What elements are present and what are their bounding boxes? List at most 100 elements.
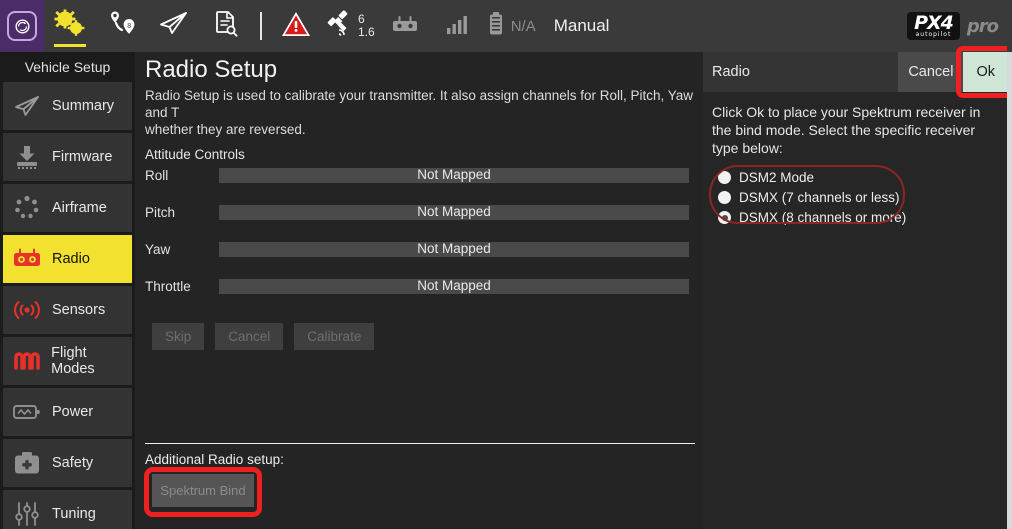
skip-button[interactable]: Skip [152, 323, 204, 350]
control-channel-bar: Not Mapped [219, 279, 689, 294]
tuning-icon [11, 499, 43, 529]
dialog-cancel-button[interactable]: Cancel [898, 52, 963, 92]
rc-transmitter-icon [390, 12, 420, 41]
analyze-document-icon [211, 9, 241, 44]
control-channel-bar: Not Mapped [219, 242, 689, 257]
firmware-icon [11, 142, 43, 172]
power-icon [11, 397, 43, 427]
toolbar-divider [260, 12, 262, 40]
battery-status-indicator[interactable]: N/A [483, 10, 540, 43]
flight-mode-selector[interactable]: Manual [554, 16, 610, 36]
toolbar-analyze-button[interactable] [200, 0, 252, 52]
px4-logo: PX4 autopilot [907, 12, 960, 40]
sidebar-item-firmware[interactable]: Firmware [3, 133, 132, 181]
flight-modes-icon [11, 346, 42, 376]
sidebar-item-label: Flight Modes [51, 345, 132, 377]
gps-status-indicator[interactable]: 6 1.6 [322, 10, 379, 43]
page-title: Radio Setup [145, 56, 695, 84]
receiver-type-radio-group: DSM2 Mode DSMX (7 channels or less) DSMX… [712, 165, 999, 231]
window-edge-top [1007, 0, 1012, 52]
sidebar-item-power[interactable]: Power [3, 388, 132, 436]
px4-pro-label: pro [967, 16, 998, 37]
control-channel-bar: Not Mapped [219, 168, 689, 183]
dialog-body: Click Ok to place your Spektrum receiver… [703, 92, 1008, 231]
signal-bars-icon [445, 13, 469, 40]
sidebar-item-label: Power [52, 404, 93, 420]
window-scrollbar[interactable] [1007, 0, 1012, 529]
control-row-yaw: Yaw Not Mapped [143, 242, 695, 279]
warning-triangle-icon [281, 10, 311, 43]
dialog-titlebar: Radio Cancel Ok [703, 52, 1008, 92]
radio-button-icon[interactable] [718, 191, 731, 204]
sidebar-item-label: Tuning [52, 506, 96, 522]
rc-status-indicator[interactable] [379, 0, 431, 52]
calibration-button-group: Skip Cancel Calibrate [152, 323, 695, 350]
sidebar-item-label: Summary [52, 98, 114, 114]
rc-signal-indicator[interactable] [431, 0, 483, 52]
radio-option-dsmx-7[interactable]: DSMX (7 channels or less) [718, 188, 999, 207]
spektrum-bind-group: Spektrum Bind [152, 474, 254, 507]
control-label: Throttle [143, 279, 219, 295]
paper-plane-icon [158, 10, 190, 43]
control-label: Yaw [143, 242, 219, 258]
section-divider [145, 443, 695, 444]
sidebar-item-safety[interactable]: Safety [3, 439, 132, 487]
spektrum-bind-dialog: Radio Cancel Ok Click Ok to place your S… [703, 52, 1008, 529]
px4-logo-sub: autopilot [916, 32, 952, 38]
attitude-controls-label: Attitude Controls [145, 147, 695, 162]
sidebar-item-airframe[interactable]: Airframe [3, 184, 132, 232]
radio-option-dsmx-8[interactable]: DSMX (8 channels or more) [718, 208, 999, 227]
page-description: Radio Setup is used to calibrate your tr… [145, 87, 695, 138]
control-status: Not Mapped [219, 241, 689, 257]
radio-icon [11, 244, 43, 274]
sidebar-item-label: Sensors [52, 302, 105, 318]
gps-values: 6 1.6 [358, 13, 375, 39]
dialog-instruction-text: Click Ok to place your Spektrum receiver… [712, 103, 999, 157]
additional-radio-setup-label: Additional Radio setup: [145, 452, 695, 467]
toolbar-nav-group: 8 [0, 0, 609, 52]
dialog-title: Radio [703, 64, 898, 80]
satellite-icon [326, 10, 354, 43]
qgc-logo-icon [7, 11, 37, 41]
vehicle-setup-sidebar: Vehicle Setup Summary Firmware [0, 52, 135, 529]
control-status: Not Mapped [219, 278, 689, 294]
brand-logo-group: PX4 autopilot pro [907, 12, 1012, 40]
cancel-button[interactable]: Cancel [215, 323, 283, 350]
radio-button-icon[interactable] [718, 211, 731, 224]
svg-text:8: 8 [127, 23, 131, 30]
sidebar-item-tuning[interactable]: Tuning [3, 490, 132, 529]
qgroundcontrol-window: 8 [0, 0, 1012, 529]
control-label: Roll [143, 168, 219, 184]
gps-hdop-value: 1.6 [358, 26, 375, 39]
gears-icon [53, 9, 87, 44]
airframe-icon [11, 193, 43, 223]
control-channel-bar: Not Mapped [219, 205, 689, 220]
sidebar-item-label: Radio [52, 251, 90, 267]
radio-button-icon[interactable] [718, 171, 731, 184]
top-toolbar: 8 [0, 0, 1012, 52]
sidebar-title: Vehicle Setup [0, 52, 135, 82]
radio-option-label: DSM2 Mode [739, 170, 814, 185]
sidebar-item-sensors[interactable]: Sensors [3, 286, 132, 334]
toolbar-plan-button[interactable]: 8 [96, 0, 148, 52]
control-row-throttle: Throttle Not Mapped [143, 279, 695, 316]
sidebar-item-label: Airframe [52, 200, 107, 216]
toolbar-vehicle-setup-button[interactable] [44, 0, 96, 52]
control-status: Not Mapped [219, 204, 689, 220]
paper-plane-icon [11, 91, 43, 121]
dialog-ok-group: Ok [963, 52, 1008, 92]
toolbar-fly-button[interactable] [148, 0, 200, 52]
sidebar-item-flight-modes[interactable]: Flight Modes [3, 337, 132, 385]
sidebar-item-radio[interactable]: Radio [3, 235, 132, 283]
calibrate-button[interactable]: Calibrate [294, 323, 374, 350]
sidebar-item-summary[interactable]: Summary [3, 82, 132, 130]
control-status: Not Mapped [219, 167, 689, 183]
control-row-roll: Roll Not Mapped [143, 168, 695, 205]
spektrum-bind-button[interactable]: Spektrum Bind [152, 474, 254, 507]
radio-option-dsm2[interactable]: DSM2 Mode [718, 168, 999, 187]
app-logo-button[interactable] [0, 0, 44, 52]
toolbar-warning-button[interactable] [270, 0, 322, 52]
radio-setup-panel: Radio Setup Radio Setup is used to calib… [135, 52, 703, 529]
battery-icon [487, 10, 505, 43]
dialog-ok-button[interactable]: Ok [963, 52, 1008, 92]
